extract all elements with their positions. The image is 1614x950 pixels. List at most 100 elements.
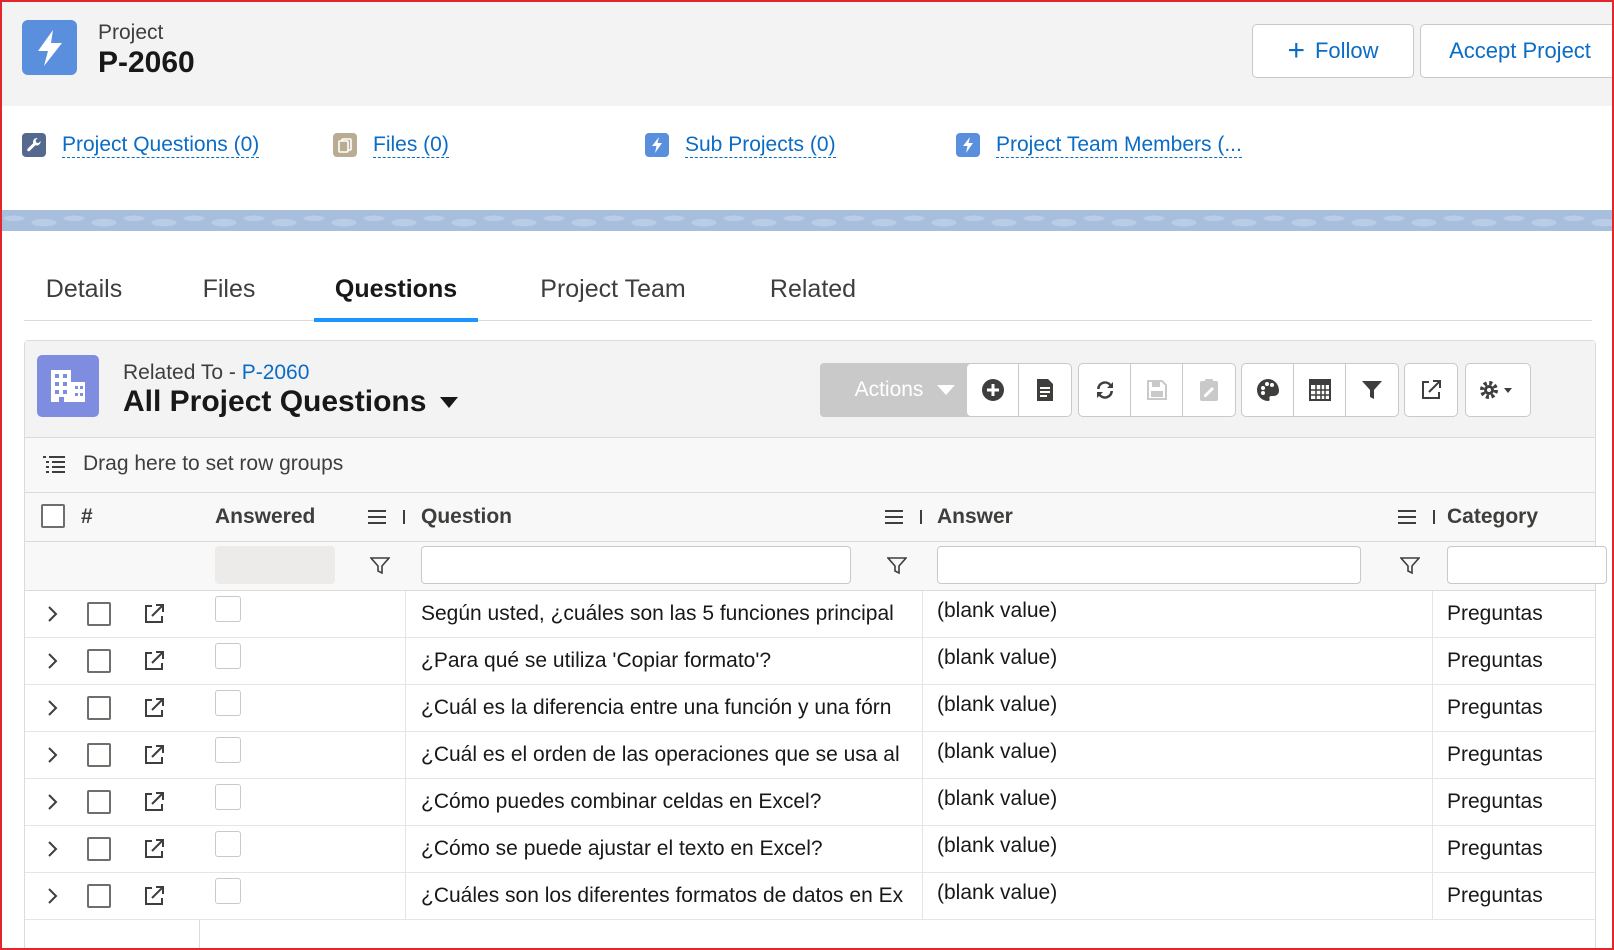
accept-project-button[interactable]: Accept Project [1420, 24, 1612, 78]
chevron-right-icon[interactable] [47, 887, 59, 905]
answered-checkbox[interactable] [215, 690, 241, 716]
tab-related[interactable]: Related [748, 258, 878, 320]
filter-icon[interactable] [1400, 557, 1420, 575]
tab-details[interactable]: Details [24, 258, 144, 320]
question-cell[interactable]: ¿Para qué se utiliza 'Copiar formato'? [421, 638, 919, 684]
related-link-project-questions[interactable]: Project Questions (0) [22, 132, 260, 158]
column-header-answered[interactable]: Answered [215, 493, 315, 541]
tab-project-team[interactable]: Project Team [518, 258, 708, 320]
table-row[interactable]: Según usted, ¿cuáles son las 5 funciones… [25, 591, 1595, 638]
category-cell[interactable]: Preguntas [1447, 732, 1595, 778]
answer-cell[interactable]: (blank value) [937, 779, 1427, 825]
column-menu-icon[interactable] [1398, 510, 1416, 524]
question-cell[interactable]: ¿Cómo puedes combinar celdas en Excel? [421, 779, 919, 825]
filter-button[interactable] [1346, 364, 1398, 416]
open-record-icon[interactable] [143, 650, 165, 672]
open-record-icon[interactable] [143, 697, 165, 719]
column-header-question[interactable]: Question [421, 493, 512, 541]
column-header-category[interactable]: Category [1447, 493, 1538, 541]
question-cell[interactable]: Según usted, ¿cuáles son las 5 funciones… [421, 591, 919, 637]
theme-button[interactable] [1242, 364, 1294, 416]
project-lightning-icon [22, 20, 77, 75]
chevron-right-icon[interactable] [47, 746, 59, 764]
column-menu-icon[interactable] [368, 510, 386, 524]
cell-divider [1432, 732, 1433, 778]
open-record-icon[interactable] [143, 791, 165, 813]
open-record-icon[interactable] [143, 744, 165, 766]
answer-cell[interactable]: (blank value) [937, 826, 1427, 872]
table-row[interactable]: ¿Cómo puedes combinar celdas en Excel? (b… [25, 779, 1595, 826]
row-checkbox[interactable] [87, 884, 111, 908]
answer-filter-input[interactable] [937, 546, 1361, 584]
open-record-icon[interactable] [143, 838, 165, 860]
answered-checkbox[interactable] [215, 878, 241, 904]
chevron-right-icon[interactable] [47, 699, 59, 717]
category-cell[interactable]: Preguntas [1447, 638, 1595, 684]
chevron-right-icon[interactable] [47, 840, 59, 858]
related-to-link[interactable]: P-2060 [242, 361, 310, 384]
column-resize-handle[interactable] [403, 510, 405, 524]
related-link-sub-projects[interactable]: Sub Projects (0) [645, 132, 836, 158]
related-link-project-team-members[interactable]: Project Team Members (... [956, 132, 1242, 158]
category-cell[interactable]: Preguntas [1447, 685, 1595, 731]
question-cell[interactable]: ¿Cuál es la diferencia entre una función… [421, 685, 919, 731]
table-row[interactable]: ¿Cómo se puede ajustar el texto en Excel… [25, 826, 1595, 873]
row-checkbox[interactable] [87, 837, 111, 861]
table-row[interactable]: ¿Cuál es el orden de las operaciones que… [25, 732, 1595, 779]
column-settings-button[interactable] [1294, 364, 1346, 416]
answer-cell[interactable]: (blank value) [937, 732, 1427, 778]
list-view-selector[interactable]: All Project Questions [123, 385, 459, 419]
column-resize-handle[interactable] [920, 510, 922, 524]
row-checkbox[interactable] [87, 649, 111, 673]
table-row[interactable]: ¿Cuáles son los diferentes formatos de d… [25, 873, 1595, 920]
row-checkbox[interactable] [87, 696, 111, 720]
related-link-files[interactable]: Files (0) [333, 132, 449, 158]
row-checkbox[interactable] [87, 743, 111, 767]
row-checkbox[interactable] [87, 602, 111, 626]
answer-cell[interactable]: (blank value) [937, 591, 1427, 637]
popout-button[interactable] [1405, 364, 1457, 416]
category-cell[interactable]: Preguntas [1447, 826, 1595, 872]
answered-checkbox[interactable] [215, 596, 241, 622]
select-all-checkbox[interactable] [41, 504, 65, 528]
chevron-right-icon[interactable] [47, 793, 59, 811]
refresh-button[interactable] [1079, 364, 1131, 416]
answer-cell[interactable]: (blank value) [937, 873, 1427, 919]
question-cell[interactable]: ¿Cuáles son los diferentes formatos de d… [421, 873, 919, 919]
table-row[interactable]: ¿Cuál es la diferencia entre una función… [25, 685, 1595, 732]
answered-checkbox[interactable] [215, 784, 241, 810]
filter-icon[interactable] [370, 557, 390, 575]
open-record-icon[interactable] [143, 885, 165, 907]
category-cell[interactable]: Preguntas [1447, 873, 1595, 919]
add-button[interactable] [967, 364, 1020, 416]
open-record-icon[interactable] [143, 603, 165, 625]
chevron-right-icon[interactable] [47, 652, 59, 670]
category-filter-input[interactable] [1447, 546, 1607, 584]
row-checkbox[interactable] [87, 790, 111, 814]
category-cell[interactable]: Preguntas [1447, 591, 1595, 637]
answered-checkbox[interactable] [215, 737, 241, 763]
grid-header-row: # Answered Question Answer Category [25, 493, 1595, 542]
chevron-right-icon[interactable] [47, 605, 59, 623]
question-filter-input[interactable] [421, 546, 851, 584]
column-menu-icon[interactable] [885, 510, 903, 524]
tab-questions[interactable]: Questions [314, 258, 478, 322]
new-document-button[interactable] [1019, 364, 1071, 416]
actions-dropdown-button[interactable]: Actions [820, 363, 990, 417]
cell-divider [922, 873, 923, 919]
tab-files[interactable]: Files [184, 258, 274, 320]
question-cell[interactable]: ¿Cómo se puede ajustar el texto en Excel… [421, 826, 919, 872]
answered-checkbox[interactable] [215, 643, 241, 669]
column-resize-handle[interactable] [1433, 510, 1435, 524]
question-cell[interactable]: ¿Cuál es el orden de las operaciones que… [421, 732, 919, 778]
answer-cell[interactable]: (blank value) [937, 638, 1427, 684]
answer-cell[interactable]: (blank value) [937, 685, 1427, 731]
settings-dropdown-button[interactable] [1466, 364, 1530, 416]
answered-checkbox[interactable] [215, 831, 241, 857]
table-row[interactable]: ¿Para qué se utiliza 'Copiar formato'? (b… [25, 638, 1595, 685]
filter-icon[interactable] [887, 557, 907, 575]
row-group-drop-zone[interactable]: Drag here to set row groups [25, 438, 1595, 493]
follow-button[interactable]: + Follow [1252, 24, 1414, 78]
column-header-answer[interactable]: Answer [937, 493, 1013, 541]
category-cell[interactable]: Preguntas [1447, 779, 1595, 825]
